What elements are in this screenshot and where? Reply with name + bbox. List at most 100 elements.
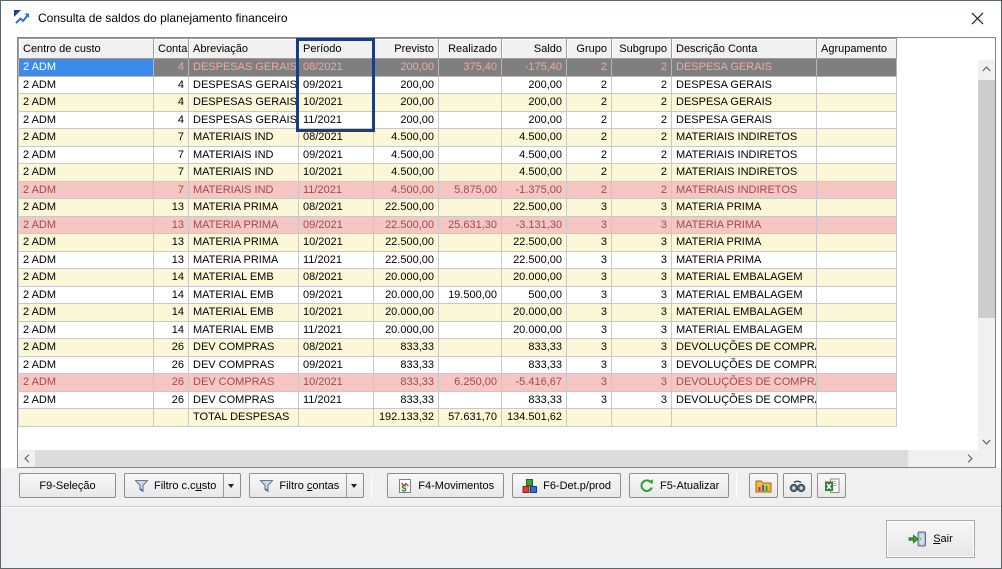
cell-realizado[interactable] bbox=[439, 251, 502, 269]
cell-agrupamento[interactable] bbox=[817, 304, 897, 322]
cell-previsto[interactable]: 200,00 bbox=[374, 76, 439, 94]
cell-abreviacao[interactable]: MATERIAIS IND bbox=[189, 181, 299, 199]
cell-saldo[interactable]: 833,33 bbox=[502, 356, 567, 374]
cell-centro-de-custo[interactable]: 2 ADM bbox=[19, 286, 154, 304]
cell-centro-de-custo[interactable]: 2 ADM bbox=[19, 129, 154, 147]
scroll-down-icon[interactable] bbox=[978, 433, 995, 450]
cell-saldo[interactable]: 22.500,00 bbox=[502, 234, 567, 252]
cell-agrupamento[interactable] bbox=[817, 59, 897, 77]
table-row[interactable]: 2 ADM4DESPESAS GERAIS10/2021200,00200,00… bbox=[19, 94, 897, 112]
cell-centro-de-custo[interactable]: 2 ADM bbox=[19, 181, 154, 199]
cell-grupo[interactable]: 2 bbox=[567, 59, 612, 77]
cell-realizado[interactable]: 375,40 bbox=[439, 59, 502, 77]
cell-subgrupo[interactable]: 2 bbox=[612, 129, 672, 147]
cell-grupo[interactable]: 3 bbox=[567, 356, 612, 374]
cell-abreviacao[interactable]: MATERIA PRIMA bbox=[189, 234, 299, 252]
cell-agrupamento[interactable] bbox=[817, 234, 897, 252]
cell-abreviacao[interactable]: MATERIAL EMB bbox=[189, 269, 299, 287]
cell-descricao-conta[interactable]: DESPESA GERAIS bbox=[672, 94, 817, 112]
cell-agrupamento[interactable] bbox=[817, 111, 897, 129]
table-row[interactable]: 2 ADM26DEV COMPRAS08/2021833,33833,3333D… bbox=[19, 339, 897, 357]
cell-agrupamento[interactable] bbox=[817, 391, 897, 409]
filtro-ccusto-button[interactable]: Filtro c.custo bbox=[124, 473, 241, 498]
cell-subgrupo[interactable]: 2 bbox=[612, 164, 672, 182]
cell-conta[interactable]: 13 bbox=[154, 234, 189, 252]
scroll-right-icon[interactable] bbox=[961, 450, 978, 467]
cell-grupo[interactable]: 3 bbox=[567, 251, 612, 269]
column-header-realizado[interactable]: Realizado bbox=[439, 39, 502, 59]
cell-descricao-conta[interactable]: DEVOLUÇÕES DE COMPRAS bbox=[672, 356, 817, 374]
total-row[interactable]: TOTAL DESPESAS192.133,3257.631,70134.501… bbox=[19, 409, 897, 427]
cell-abreviacao[interactable]: DESPESAS GERAIS bbox=[189, 76, 299, 94]
cell-conta[interactable]: 7 bbox=[154, 129, 189, 147]
vertical-scrollbar[interactable] bbox=[978, 60, 995, 450]
cell-descricao-conta[interactable]: MATERIA PRIMA bbox=[672, 234, 817, 252]
cell-subgrupo[interactable]: 3 bbox=[612, 251, 672, 269]
cell-subgrupo[interactable]: 3 bbox=[612, 304, 672, 322]
cell-subgrupo[interactable]: 3 bbox=[612, 269, 672, 287]
cell-grupo[interactable]: 3 bbox=[567, 304, 612, 322]
cell-centro-de-custo[interactable]: 2 ADM bbox=[19, 391, 154, 409]
cell-periodo[interactable]: 11/2021 bbox=[299, 391, 374, 409]
close-button[interactable] bbox=[961, 5, 993, 31]
cell-centro-de-custo[interactable]: 2 ADM bbox=[19, 59, 154, 77]
cell-grupo[interactable]: 3 bbox=[567, 286, 612, 304]
cell-realizado[interactable]: 5.875,00 bbox=[439, 181, 502, 199]
cell-agrupamento[interactable] bbox=[817, 269, 897, 287]
table-row[interactable]: 2 ADM4DESPESAS GERAIS09/2021200,00200,00… bbox=[19, 76, 897, 94]
cell-previsto[interactable]: 833,33 bbox=[374, 356, 439, 374]
f6-det-p-prod-button[interactable]: F6-Det.p/prod bbox=[512, 473, 621, 498]
cell-realizado[interactable]: 25.631,30 bbox=[439, 216, 502, 234]
cell-realizado[interactable]: 6.250,00 bbox=[439, 374, 502, 392]
cell-grupo[interactable]: 3 bbox=[567, 269, 612, 287]
cell-periodo[interactable] bbox=[299, 409, 374, 427]
column-header-periodo[interactable]: Período bbox=[299, 39, 374, 59]
cell-descricao-conta[interactable]: MATERIAL EMBALAGEM bbox=[672, 269, 817, 287]
cell-previsto[interactable]: 20.000,00 bbox=[374, 304, 439, 322]
cell-realizado[interactable] bbox=[439, 146, 502, 164]
cell-centro-de-custo[interactable]: 2 ADM bbox=[19, 146, 154, 164]
cell-agrupamento[interactable] bbox=[817, 251, 897, 269]
vertical-scrollbar-thumb[interactable] bbox=[978, 80, 995, 318]
cell-conta[interactable]: 26 bbox=[154, 391, 189, 409]
cell-conta[interactable]: 4 bbox=[154, 59, 189, 77]
cell-saldo[interactable]: 833,33 bbox=[502, 339, 567, 357]
cell-abreviacao[interactable]: DEV COMPRAS bbox=[189, 391, 299, 409]
cell-periodo[interactable]: 08/2021 bbox=[299, 129, 374, 147]
cell-previsto[interactable]: 833,33 bbox=[374, 339, 439, 357]
cell-periodo[interactable]: 09/2021 bbox=[299, 146, 374, 164]
cell-conta[interactable]: 14 bbox=[154, 269, 189, 287]
cell-grupo[interactable]: 2 bbox=[567, 94, 612, 112]
column-header-saldo[interactable]: Saldo bbox=[502, 39, 567, 59]
cell-grupo[interactable] bbox=[567, 409, 612, 427]
cell-previsto[interactable]: 22.500,00 bbox=[374, 251, 439, 269]
cell-descricao-conta[interactable]: DESPESA GERAIS bbox=[672, 59, 817, 77]
cell-grupo[interactable]: 3 bbox=[567, 199, 612, 217]
cell-subgrupo[interactable]: 3 bbox=[612, 199, 672, 217]
cell-conta[interactable]: 14 bbox=[154, 286, 189, 304]
cell-conta[interactable]: 13 bbox=[154, 199, 189, 217]
cell-agrupamento[interactable] bbox=[817, 216, 897, 234]
cell-periodo[interactable]: 08/2021 bbox=[299, 199, 374, 217]
cell-centro-de-custo[interactable]: 2 ADM bbox=[19, 356, 154, 374]
cell-subgrupo[interactable]: 3 bbox=[612, 216, 672, 234]
cell-conta[interactable]: 13 bbox=[154, 251, 189, 269]
cell-agrupamento[interactable] bbox=[817, 321, 897, 339]
cell-abreviacao[interactable]: MATERIA PRIMA bbox=[189, 216, 299, 234]
cell-grupo[interactable]: 2 bbox=[567, 181, 612, 199]
cell-periodo[interactable]: 11/2021 bbox=[299, 181, 374, 199]
cell-descricao-conta[interactable]: DEVOLUÇÕES DE COMPRAS bbox=[672, 339, 817, 357]
cell-subgrupo[interactable]: 3 bbox=[612, 374, 672, 392]
cell-conta[interactable] bbox=[154, 409, 189, 427]
column-header-previsto[interactable]: Previsto bbox=[374, 39, 439, 59]
table-row[interactable]: 2 ADM7MATERIAIS IND10/20214.500,004.500,… bbox=[19, 164, 897, 182]
cell-subgrupo[interactable]: 2 bbox=[612, 181, 672, 199]
filtro-contas-button[interactable]: Filtro contas bbox=[249, 473, 364, 498]
table-row[interactable]: 2 ADM26DEV COMPRAS11/2021833,33833,3333D… bbox=[19, 391, 897, 409]
cell-saldo[interactable]: 4.500,00 bbox=[502, 146, 567, 164]
cell-grupo[interactable]: 2 bbox=[567, 164, 612, 182]
cell-conta[interactable]: 13 bbox=[154, 216, 189, 234]
cell-agrupamento[interactable] bbox=[817, 146, 897, 164]
cell-centro-de-custo[interactable]: 2 ADM bbox=[19, 111, 154, 129]
cell-saldo[interactable]: 22.500,00 bbox=[502, 199, 567, 217]
